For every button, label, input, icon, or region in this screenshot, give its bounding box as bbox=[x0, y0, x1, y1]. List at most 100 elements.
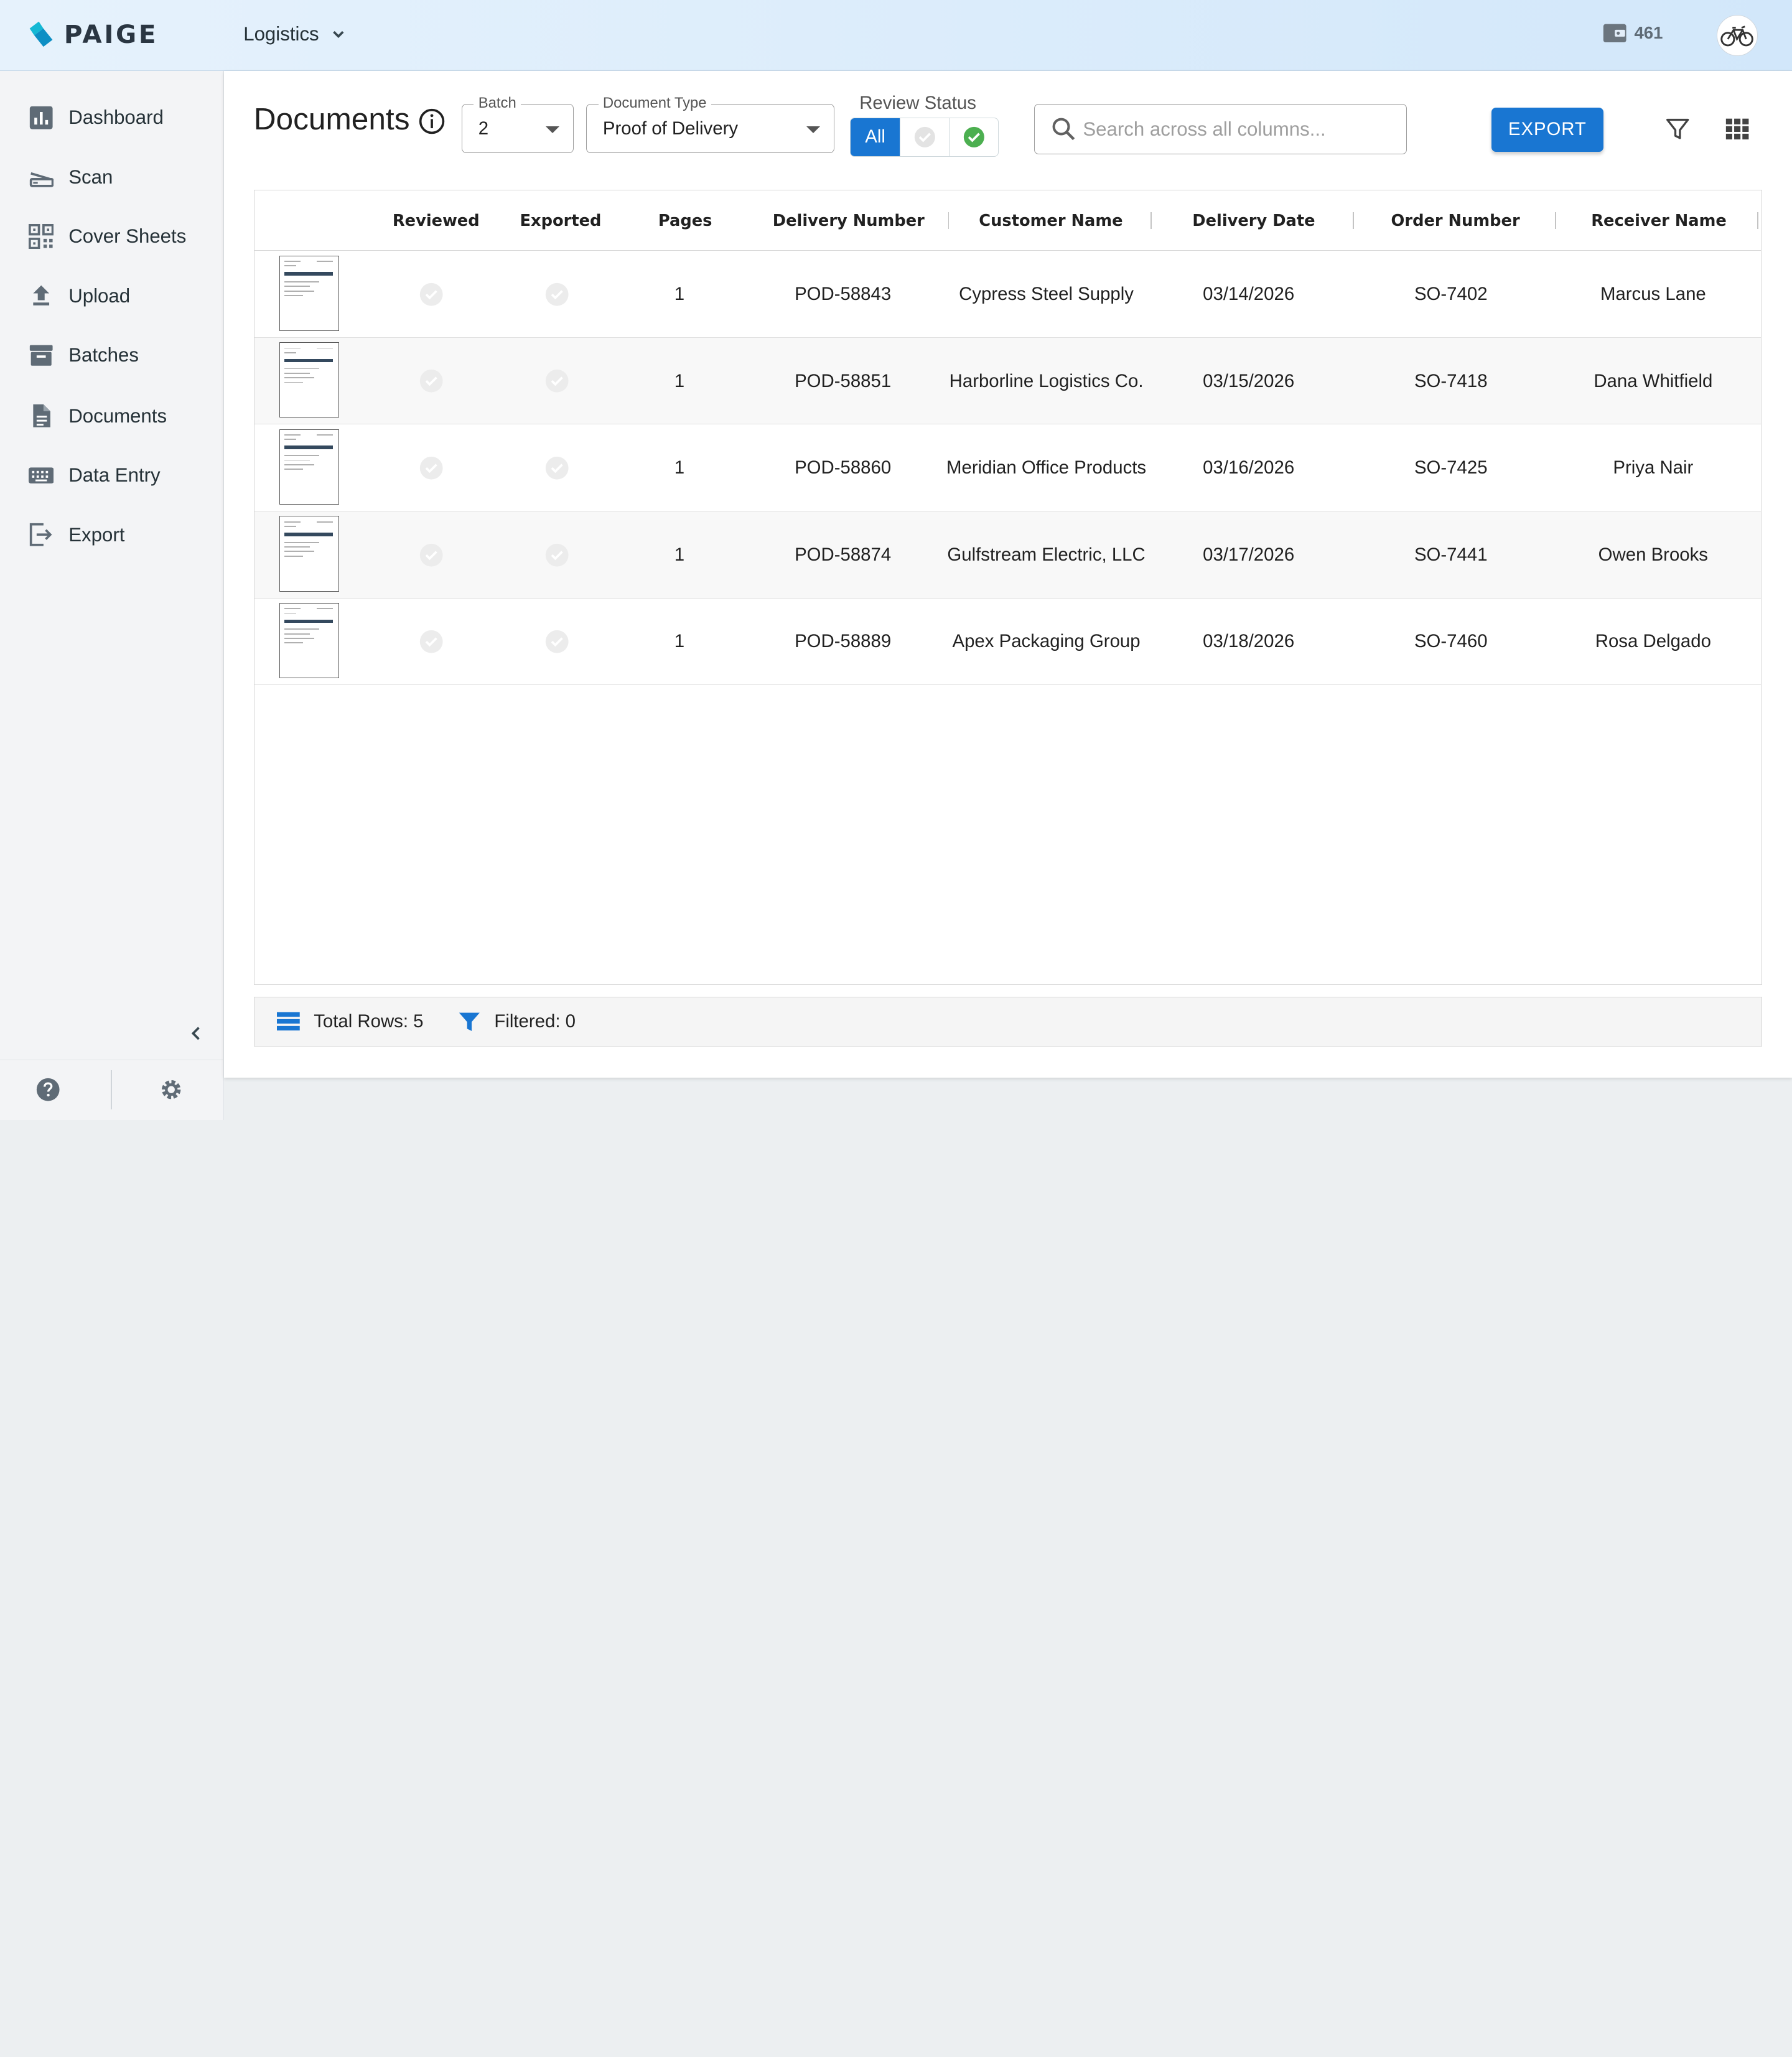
cell-delivery-number: POD-58843 bbox=[795, 284, 892, 305]
cell-receiver-name: Owen Brooks bbox=[1598, 544, 1708, 565]
sidebar-item-label: Upload bbox=[68, 284, 131, 307]
column-header-reviewed[interactable]: Reviewed bbox=[368, 190, 503, 251]
document-thumbnail[interactable] bbox=[279, 516, 339, 592]
help-button[interactable] bbox=[35, 1077, 60, 1107]
column-resize-handle[interactable] bbox=[948, 212, 950, 230]
document-type-value: Proof of Delivery bbox=[602, 118, 739, 139]
cell-customer-name: Harborline Logistics Co. bbox=[949, 370, 1144, 391]
sidebar-item-upload[interactable]: Upload bbox=[0, 271, 223, 321]
column-resize-handle[interactable] bbox=[1554, 212, 1556, 230]
sidebar-item-export[interactable]: Export bbox=[0, 510, 223, 560]
cell-customer-name: Cypress Steel Supply bbox=[959, 284, 1134, 305]
app-logo[interactable]: PAIGE bbox=[27, 19, 158, 49]
logo-text: PAIGE bbox=[63, 19, 159, 50]
cell-delivery-date: 03/16/2026 bbox=[1203, 457, 1295, 478]
cell-delivery-date: 03/14/2026 bbox=[1203, 284, 1295, 305]
review-filter-reviewed[interactable] bbox=[950, 118, 998, 156]
sidebar-item-documents[interactable]: Documents bbox=[0, 391, 223, 441]
cell-delivery-number: POD-58874 bbox=[795, 544, 892, 565]
search-icon bbox=[1052, 118, 1075, 141]
export-button[interactable]: EXPORT bbox=[1491, 107, 1603, 152]
document-thumbnail[interactable] bbox=[279, 602, 339, 679]
sidebar-item-dashboard[interactable]: Dashboard bbox=[0, 93, 223, 143]
cell-delivery-date: 03/15/2026 bbox=[1203, 370, 1295, 391]
review-filter-unreviewed[interactable] bbox=[900, 118, 950, 156]
column-header-receiver-name[interactable]: Receiver Name bbox=[1558, 190, 1759, 251]
cell-delivery-number: POD-58860 bbox=[795, 457, 892, 478]
column-filter-button[interactable] bbox=[1665, 116, 1690, 146]
sidebar-item-data-entry[interactable]: Data Entry bbox=[0, 450, 223, 501]
document-icon bbox=[27, 403, 55, 430]
column-header-pages[interactable]: Pages bbox=[627, 190, 743, 251]
sidebar: Dashboard Scan Cover Sheets Upload Batch… bbox=[0, 70, 224, 1120]
cell-pages: 1 bbox=[674, 457, 685, 478]
bicycle-icon bbox=[1720, 25, 1754, 46]
table-row[interactable]: 1 POD-58860 Meridian Office Products 03/… bbox=[254, 424, 1761, 511]
document-thumbnail[interactable] bbox=[279, 255, 339, 331]
exported-status-icon bbox=[494, 251, 620, 338]
check-circle-green-icon bbox=[963, 126, 984, 147]
cell-customer-name: Apex Packaging Group bbox=[952, 631, 1141, 652]
column-header-delivery-number[interactable]: Delivery Number bbox=[757, 190, 940, 251]
reviewed-status-icon bbox=[368, 424, 494, 511]
document-thumbnail[interactable] bbox=[279, 429, 339, 505]
table-row[interactable]: 1 POD-58889 Apex Packaging Group 03/18/2… bbox=[254, 599, 1761, 686]
column-header-order-number[interactable]: Order Number bbox=[1356, 190, 1555, 251]
document-thumbnail[interactable] bbox=[279, 342, 339, 418]
filtered-rows-indicator: Filtered: 0 bbox=[458, 1010, 576, 1033]
batch-select-label: Batch bbox=[474, 94, 521, 112]
settings-button[interactable] bbox=[159, 1077, 184, 1107]
table-row[interactable]: 1 POD-58843 Cypress Steel Supply 03/14/2… bbox=[254, 251, 1761, 338]
cell-delivery-date: 03/18/2026 bbox=[1203, 631, 1295, 652]
archive-box-icon bbox=[27, 342, 55, 369]
main-content: Documents Batch 2 Document Type Proof of… bbox=[223, 70, 1792, 1078]
app-window: PAIGE Logistics 461 Dashboard Scan Cover… bbox=[0, 0, 1792, 1120]
sidebar-item-label: Cover Sheets bbox=[68, 225, 187, 248]
exported-status-icon bbox=[494, 424, 620, 511]
gear-icon bbox=[162, 1080, 181, 1099]
review-filter-all[interactable]: All bbox=[851, 118, 900, 156]
batch-select[interactable]: Batch 2 bbox=[462, 94, 574, 154]
sidebar-item-label: Dashboard bbox=[68, 106, 164, 129]
exported-status-icon bbox=[494, 511, 620, 599]
sidebar-item-batches[interactable]: Batches bbox=[0, 330, 223, 381]
cell-receiver-name: Marcus Lane bbox=[1600, 284, 1706, 305]
sidebar-item-scan[interactable]: Scan bbox=[0, 152, 223, 202]
sidebar-item-label: Scan bbox=[68, 166, 113, 188]
cell-receiver-name: Dana Whitfield bbox=[1594, 370, 1713, 391]
user-avatar[interactable] bbox=[1716, 14, 1758, 56]
caret-down-icon bbox=[806, 126, 820, 133]
credits-balance[interactable]: 461 bbox=[1602, 22, 1663, 45]
search-field[interactable] bbox=[1034, 104, 1407, 154]
sidebar-item-label: Export bbox=[68, 523, 125, 546]
collapse-sidebar-button[interactable] bbox=[183, 1019, 210, 1047]
sidebar-item-cover-sheets[interactable]: Cover Sheets bbox=[0, 212, 223, 262]
search-input[interactable] bbox=[1083, 118, 1392, 141]
document-type-select[interactable]: Document Type Proof of Delivery bbox=[586, 94, 834, 154]
upload-icon bbox=[27, 282, 55, 310]
sidebar-item-label: Documents bbox=[68, 404, 167, 427]
column-header-customer-name[interactable]: Customer Name bbox=[953, 190, 1149, 251]
page-title: Documents bbox=[253, 101, 410, 136]
workspace-selector[interactable]: Logistics bbox=[243, 23, 347, 45]
column-resize-handle[interactable] bbox=[1352, 212, 1354, 230]
cell-receiver-name: Rosa Delgado bbox=[1595, 631, 1711, 652]
info-button[interactable] bbox=[418, 108, 446, 140]
info-icon bbox=[419, 108, 445, 134]
column-header-exported[interactable]: Exported bbox=[494, 190, 627, 251]
caret-down-icon bbox=[545, 126, 559, 133]
footer-divider bbox=[111, 1070, 112, 1109]
filter-funnel-icon bbox=[1666, 119, 1689, 139]
exported-status-icon bbox=[494, 338, 620, 425]
sidebar-footer bbox=[0, 1059, 223, 1120]
table-row[interactable]: 1 POD-58874 Gulfstream Electric, LLC 03/… bbox=[254, 511, 1761, 599]
chevron-down-icon bbox=[333, 30, 344, 38]
table-row[interactable]: 1 POD-58851 Harborline Logistics Co. 03/… bbox=[254, 337, 1761, 425]
column-resize-handle[interactable] bbox=[1150, 212, 1152, 230]
column-resize-handle[interactable] bbox=[1757, 212, 1758, 230]
documents-table: Reviewed Exported Pages Delivery Number … bbox=[253, 189, 1763, 986]
cell-pages: 1 bbox=[674, 631, 685, 652]
column-header-delivery-date[interactable]: Delivery Date bbox=[1154, 190, 1353, 251]
reviewed-status-icon bbox=[368, 511, 494, 599]
grid-view-button[interactable] bbox=[1725, 116, 1750, 146]
